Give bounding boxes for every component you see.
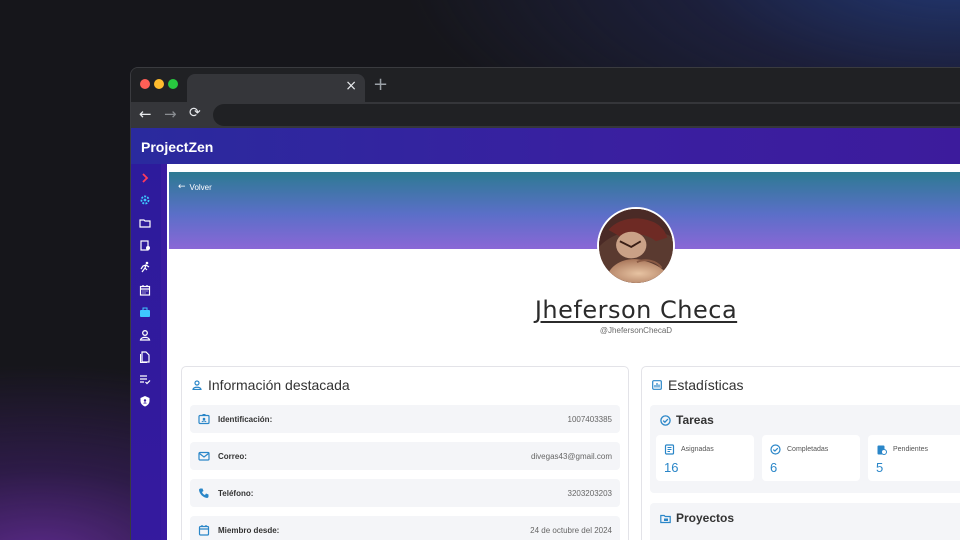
app-body: ← Volver Jheferson Checa @JhefersonCheca… <box>131 164 960 540</box>
mail-icon <box>198 451 210 461</box>
info-row-value: 3203203203 <box>567 489 613 498</box>
checklist-icon[interactable] <box>139 373 151 385</box>
user-icon <box>192 380 202 390</box>
info-row-label: Correo: <box>218 452 247 461</box>
calendar-icon <box>198 525 210 536</box>
stats-card-title: Estadísticas <box>652 377 743 393</box>
projects-section-title: Proyectos <box>660 511 734 525</box>
user-icon[interactable] <box>139 329 151 341</box>
app-header: ProjectZen <box>131 128 960 164</box>
back-button[interactable]: ← <box>139 105 152 123</box>
stat-value: 16 <box>664 460 679 475</box>
stats-card-title-text: Estadísticas <box>668 377 744 393</box>
address-bar[interactable] <box>213 104 960 126</box>
info-card: Información destacada Identificación: 10… <box>181 366 629 540</box>
info-row-label: Miembro desde: <box>218 526 280 535</box>
arrow-left-icon: ← <box>178 182 186 192</box>
forward-button[interactable]: → <box>164 105 177 123</box>
maximize-window-button[interactable] <box>168 79 178 89</box>
stat-label: Asignadas <box>681 446 714 453</box>
browser-toolbar: ← → ⟳ <box>131 102 960 128</box>
shield-icon[interactable] <box>139 395 151 407</box>
stat-completed[interactable]: Completadas 6 <box>762 435 860 481</box>
sidebar <box>131 164 161 540</box>
list-icon <box>664 444 675 455</box>
clipboard-clock-icon <box>877 445 887 455</box>
user-name: Jheferson Checa <box>534 296 738 324</box>
info-row-member-since: Miembro desde: 24 de octubre del 2024 <box>190 516 620 540</box>
profile-page: ← Volver Jheferson Checa @JhefersonCheca… <box>167 164 960 540</box>
info-card-title-text: Información destacada <box>208 377 350 393</box>
calendar-icon[interactable] <box>139 284 151 296</box>
folder-icon <box>660 514 671 523</box>
bar-chart-icon <box>652 380 662 390</box>
avatar-image <box>599 209 673 283</box>
stat-pending[interactable]: Pendientes 5 <box>868 435 960 481</box>
stat-value: 5 <box>876 460 884 475</box>
reload-button[interactable]: ⟳ <box>189 105 201 121</box>
info-row-label: Identificación: <box>218 415 273 424</box>
browser-tab-bar: × + <box>131 68 960 102</box>
check-circle-icon <box>660 414 671 426</box>
avatar <box>597 207 675 285</box>
back-link[interactable]: ← Volver <box>178 182 212 192</box>
back-link-label: Volver <box>189 182 212 192</box>
info-row-email: Correo: divegas43@gmail.com <box>190 442 620 470</box>
tasks-section-title: Tareas <box>660 413 714 427</box>
stat-value: 6 <box>770 460 778 475</box>
browser-window: × + ← → ⟳ ProjectZen ← Volver Jheferson … <box>130 67 960 540</box>
info-row-value: 24 de octubre del 2024 <box>530 526 612 535</box>
gear-icon[interactable] <box>139 194 151 206</box>
stat-assigned[interactable]: Asignadas 16 <box>656 435 754 481</box>
stat-label: Pendientes <box>893 446 929 453</box>
info-row-id: Identificación: 1007403385 <box>190 405 620 433</box>
info-row-value: 1007403385 <box>567 415 613 424</box>
info-card-title: Información destacada <box>192 377 350 393</box>
tab-close-icon[interactable]: × <box>345 78 357 94</box>
profile-banner: ← Volver <box>169 172 960 249</box>
app-brand[interactable]: ProjectZen <box>141 139 213 155</box>
info-row-label: Teléfono: <box>218 489 254 498</box>
document-icon[interactable] <box>139 351 151 363</box>
expand-chevron-icon[interactable] <box>139 172 151 184</box>
info-row-value: divegas43@gmail.com <box>530 452 612 461</box>
briefcase-icon[interactable] <box>139 306 151 318</box>
stat-label: Completadas <box>787 446 829 453</box>
close-window-button[interactable] <box>140 79 150 89</box>
id-card-icon <box>198 414 210 425</box>
clipboard-icon[interactable] <box>139 239 151 251</box>
new-tab-button[interactable]: + <box>373 74 388 95</box>
tasks-section-title-text: Tareas <box>676 413 714 427</box>
phone-icon <box>199 488 209 498</box>
projects-section: Proyectos <box>650 503 960 540</box>
check-circle-icon <box>770 444 781 455</box>
stats-card: Estadísticas Tareas Asignadas 16 Complet… <box>641 366 960 540</box>
info-row-phone: Teléfono: 3203203203 <box>190 479 620 507</box>
browser-tab[interactable]: × <box>187 74 365 102</box>
runner-icon[interactable] <box>139 261 151 273</box>
user-handle: @JhefersonChecaD <box>599 326 673 335</box>
minimize-window-button[interactable] <box>154 79 164 89</box>
folder-icon[interactable] <box>139 217 151 229</box>
projects-section-title-text: Proyectos <box>676 511 735 525</box>
tasks-section: Tareas Asignadas 16 Completadas 6 Pendie… <box>650 405 960 493</box>
